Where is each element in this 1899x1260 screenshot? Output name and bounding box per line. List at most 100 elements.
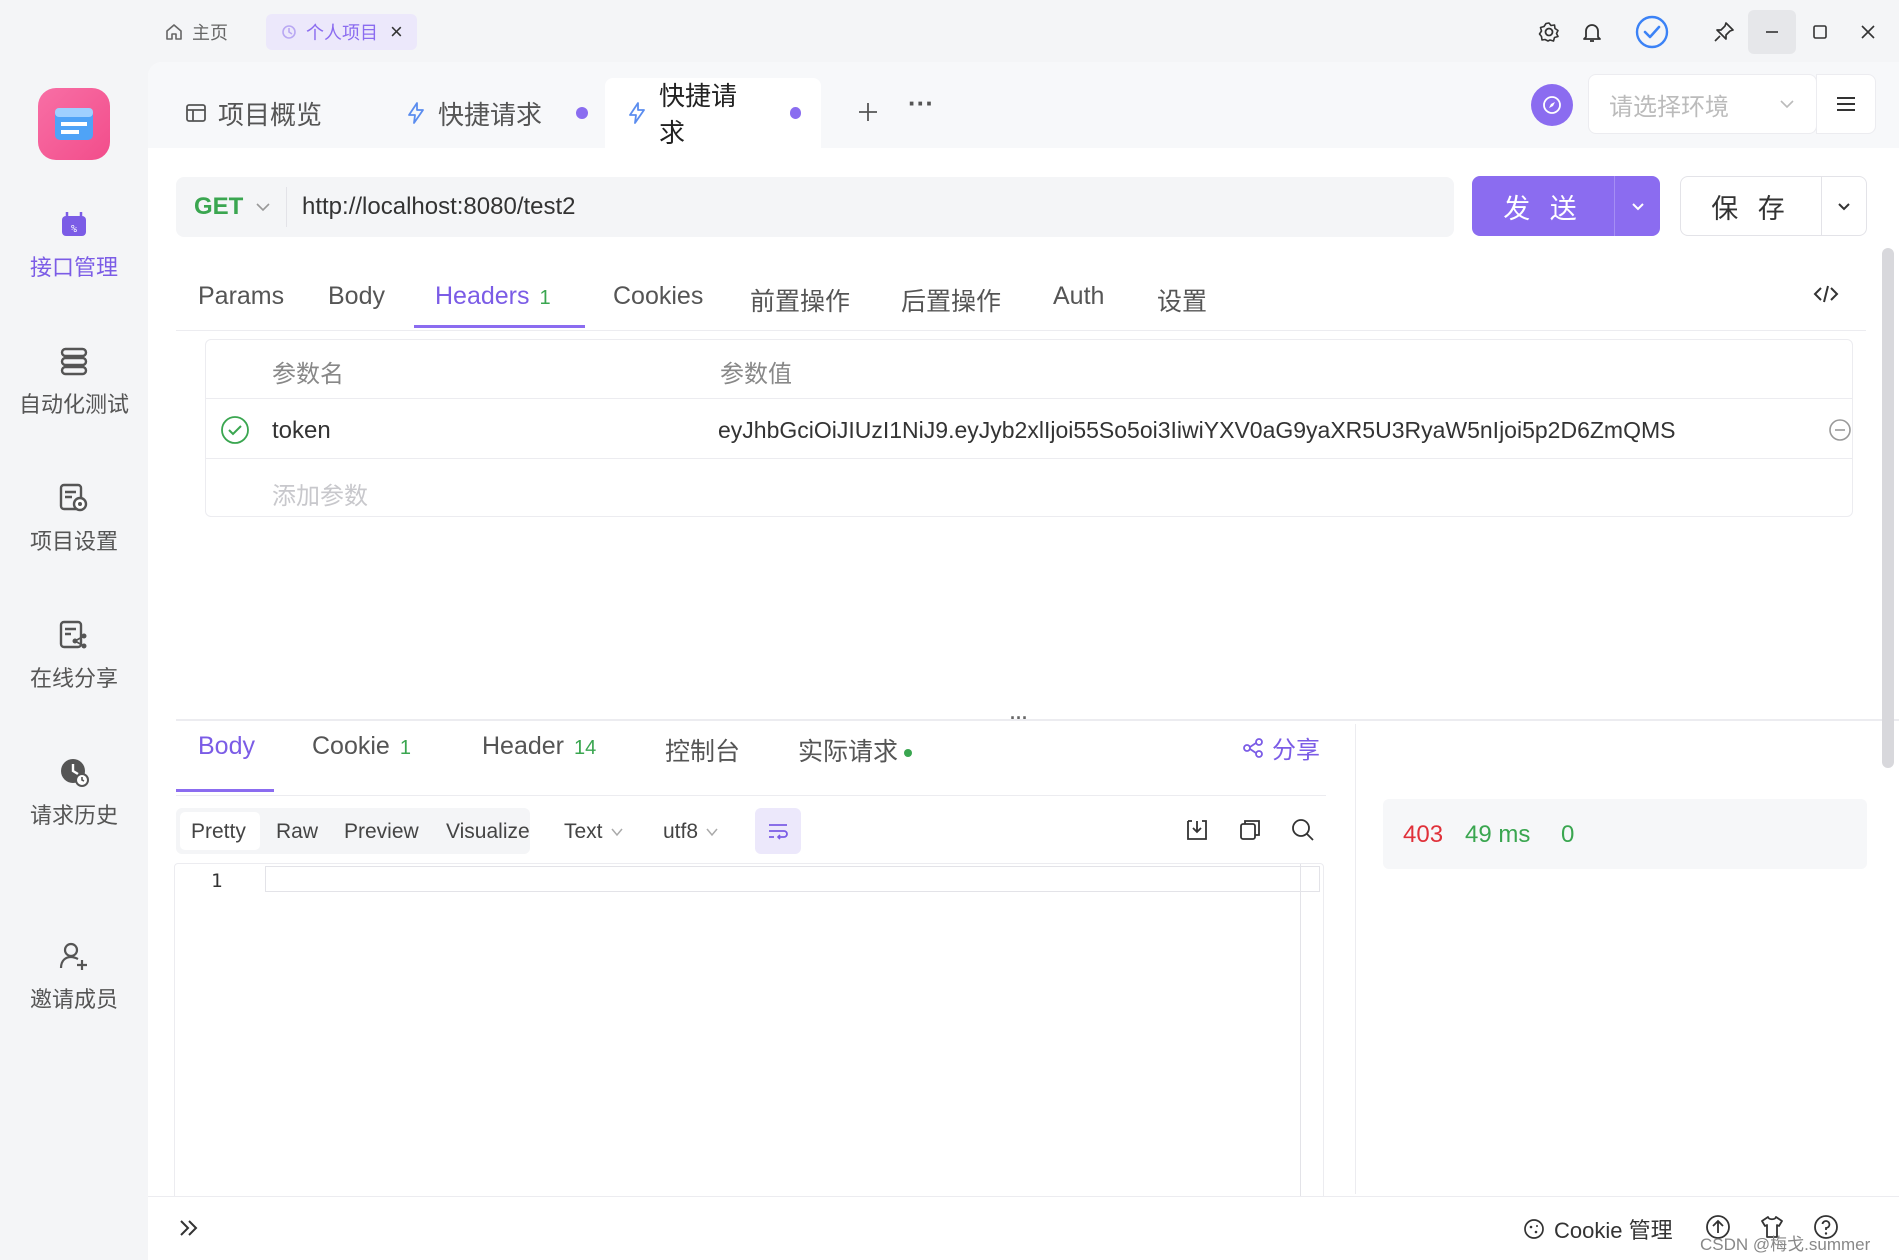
- content-type-select[interactable]: Text: [564, 820, 625, 844]
- close-tab-icon[interactable]: ×: [390, 19, 403, 45]
- automation-test-icon: [58, 345, 90, 377]
- splitter-handle[interactable]: ···: [1010, 708, 1028, 729]
- format-pretty[interactable]: Pretty: [191, 820, 246, 844]
- response-time: 49 ms: [1465, 821, 1531, 848]
- environment-button[interactable]: [1531, 84, 1573, 126]
- maximize-button[interactable]: [1796, 10, 1844, 54]
- tab-label: 项目概览: [218, 99, 323, 130]
- expand-panel-button[interactable]: [176, 1215, 206, 1245]
- add-param-input[interactable]: 添加参数: [272, 476, 368, 511]
- tab-auth[interactable]: Auth: [1053, 282, 1104, 311]
- api-manage-icon: %: [58, 208, 90, 240]
- sidebar-item-online-share[interactable]: 在线分享: [0, 619, 148, 693]
- minimize-button[interactable]: [1748, 10, 1796, 54]
- resp-tab-header[interactable]: Header 14: [482, 732, 596, 761]
- sidebar-item-project-settings[interactable]: 项目设置: [0, 482, 148, 556]
- save-options-button[interactable]: [1822, 177, 1866, 235]
- tab-quick-request-1[interactable]: 快捷请求: [384, 78, 608, 148]
- header-name-input[interactable]: token: [272, 417, 331, 445]
- resp-tab-body[interactable]: Body: [198, 732, 255, 761]
- tab-cookies[interactable]: Cookies: [613, 282, 703, 311]
- app-logo: [38, 88, 110, 160]
- panel-splitter[interactable]: [176, 719, 1899, 721]
- sidebar-item-invite-member[interactable]: 邀请成员: [0, 940, 148, 1014]
- environment-placeholder: 请选择环境: [1609, 93, 1729, 121]
- method-select[interactable]: GET: [176, 177, 286, 237]
- copy-button[interactable]: [1236, 816, 1266, 846]
- more-tabs-button[interactable]: ···: [908, 88, 934, 119]
- download-button[interactable]: [1183, 816, 1213, 846]
- tab-label: 快捷请求: [438, 99, 543, 130]
- tab-settings[interactable]: 设置: [1157, 282, 1207, 318]
- word-wrap-button[interactable]: [755, 808, 801, 854]
- cookie-icon: [1522, 1217, 1546, 1241]
- sidebar-item-label: 请求历史: [29, 803, 118, 828]
- svg-text:%: %: [71, 224, 77, 235]
- hamburger-icon: [1834, 92, 1858, 116]
- tab-pre-operations[interactable]: 前置操作: [750, 282, 850, 318]
- double-chevron-right-icon: [176, 1215, 202, 1241]
- search-button[interactable]: [1289, 816, 1319, 846]
- cookie-manage-label: Cookie 管理: [1554, 1218, 1673, 1243]
- active-tab-indicator: [176, 789, 274, 792]
- unsaved-dot: [576, 107, 589, 119]
- share-button[interactable]: 分享: [1242, 730, 1320, 765]
- tab-params[interactable]: Params: [198, 282, 284, 311]
- sidebar-item-label: 邀请成员: [29, 987, 118, 1012]
- search-icon: [1289, 816, 1317, 844]
- chevron-down-icon: [704, 824, 720, 840]
- sidebar-item-automation[interactable]: 自动化测试: [0, 345, 148, 419]
- header-value-input[interactable]: eyJhbGciOiJIUzI1NiJ9.eyJyb2xlIjoi55So5oi…: [718, 417, 1675, 444]
- tab-post-operations[interactable]: 后置操作: [901, 282, 1001, 318]
- main-scrollbar[interactable]: [1882, 248, 1894, 768]
- cookie-manage-button[interactable]: Cookie 管理: [1522, 1213, 1673, 1245]
- format-raw[interactable]: Raw: [276, 820, 318, 844]
- close-icon: [1859, 23, 1877, 41]
- menu-button[interactable]: [1816, 74, 1876, 134]
- task-status-button[interactable]: [1628, 10, 1676, 54]
- project-tab[interactable]: 个人项目 ×: [266, 14, 417, 50]
- notification-button[interactable]: [1568, 10, 1616, 54]
- title-bar: 主页 个人项目 ×: [0, 0, 1899, 62]
- headers-table: 参数名 参数值 token eyJhbGciOiJIUzI1NiJ9.eyJyb…: [205, 339, 1853, 517]
- format-preview[interactable]: Preview: [344, 820, 419, 844]
- url-input[interactable]: http://localhost:8080/test2: [302, 177, 576, 237]
- encoding-select[interactable]: utf8: [663, 820, 720, 844]
- send-button[interactable]: 发 送: [1472, 176, 1614, 236]
- sidebar-item-api-manage[interactable]: % 接口管理: [0, 208, 148, 282]
- response-editor[interactable]: 1: [174, 863, 1324, 1228]
- tab-label: Cookie: [312, 732, 390, 760]
- tab-body[interactable]: Body: [328, 282, 385, 311]
- code-view-button[interactable]: [1808, 276, 1844, 312]
- save-button[interactable]: 保 存: [1681, 177, 1821, 235]
- divider: [286, 187, 287, 227]
- tab-headers[interactable]: Headers 1: [435, 282, 551, 311]
- response-status-box: 403 49 ms 0: [1383, 799, 1867, 869]
- resp-tab-actual-request[interactable]: 实际请求: [798, 732, 913, 768]
- sidebar-item-label: 项目设置: [29, 529, 118, 554]
- add-tab-button[interactable]: [848, 92, 888, 132]
- method-label: GET: [194, 193, 244, 220]
- send-options-button[interactable]: [1615, 176, 1660, 236]
- close-window-button[interactable]: [1844, 10, 1892, 54]
- environment-select[interactable]: 请选择环境: [1588, 74, 1817, 134]
- pin-button[interactable]: [1700, 10, 1748, 54]
- sidebar-item-request-history[interactable]: 请求历史: [0, 756, 148, 830]
- content-type-label: Text: [564, 820, 603, 843]
- settings-button[interactable]: [1525, 10, 1573, 54]
- minimize-icon: [1763, 23, 1781, 41]
- home-tab-label: 主页: [192, 23, 228, 43]
- home-tab[interactable]: 主页: [150, 14, 242, 50]
- format-visualize[interactable]: Visualize: [446, 820, 530, 844]
- remove-row-button[interactable]: [1828, 418, 1852, 442]
- tab-quick-request-2[interactable]: 快捷请求: [605, 78, 821, 148]
- resp-tab-cookie[interactable]: Cookie 1: [312, 732, 411, 761]
- tab-project-overview[interactable]: 项目概览: [164, 78, 342, 148]
- resp-tab-console[interactable]: 控制台: [665, 732, 740, 768]
- row-enabled-checkbox[interactable]: [220, 415, 250, 445]
- unsaved-dot: [789, 107, 801, 119]
- editor-scrollbar-track[interactable]: [1300, 864, 1301, 1227]
- column-header-name: 参数名: [272, 361, 344, 388]
- project-tab-label: 个人项目: [306, 23, 378, 43]
- watermark: CSDN @梅戈.summer: [1700, 1235, 1871, 1254]
